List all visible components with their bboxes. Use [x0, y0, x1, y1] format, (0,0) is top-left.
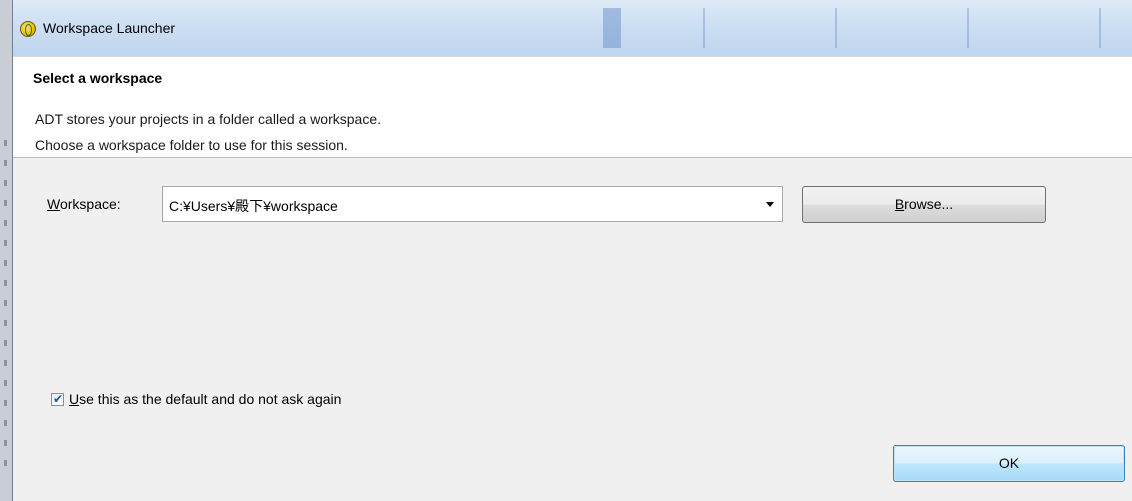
dialog-header: Select a workspace ADT stores your proje…	[13, 56, 1132, 158]
workspace-path-value[interactable]: C:¥Users¥殿下¥workspace	[169, 196, 338, 216]
chevron-down-icon[interactable]	[766, 202, 774, 207]
workspace-label: Workspace:	[47, 196, 121, 212]
browse-button[interactable]: Browse...	[802, 186, 1046, 223]
header-description-line-2: Choose a workspace folder to use for thi…	[35, 137, 348, 153]
ok-button[interactable]: OK	[893, 445, 1125, 482]
title-bar[interactable]: Workspace Launcher	[13, 0, 1132, 56]
workspace-label-rest: orkspace:	[59, 196, 121, 212]
header-description-line-1: ADT stores your projects in a folder cal…	[35, 111, 382, 127]
checkmark-icon: ✔	[53, 392, 64, 406]
default-checkbox[interactable]: ✔	[51, 392, 64, 406]
eclipse-icon	[20, 21, 36, 37]
workspace-launcher-dialog: Workspace Launcher Select a workspace AD…	[12, 0, 1132, 501]
browse-mnemonic: B	[894, 196, 905, 212]
window-title: Workspace Launcher	[43, 20, 176, 36]
workspace-combo[interactable]: C:¥Users¥殿下¥workspace	[162, 186, 783, 222]
default-checkbox-label-rest: se this as the default and do not ask ag…	[79, 391, 342, 407]
desktop-background	[0, 0, 12, 501]
browse-label-rest: rowse...	[904, 196, 954, 212]
default-checkbox-mnemonic: U	[69, 391, 80, 407]
background-window-glimpse	[573, 8, 1132, 48]
workspace-label-mnemonic: W	[47, 196, 60, 212]
default-checkbox-label[interactable]: Use this as the default and do not ask a…	[69, 391, 341, 407]
header-title: Select a workspace	[33, 70, 163, 86]
header-divider	[13, 157, 1132, 158]
